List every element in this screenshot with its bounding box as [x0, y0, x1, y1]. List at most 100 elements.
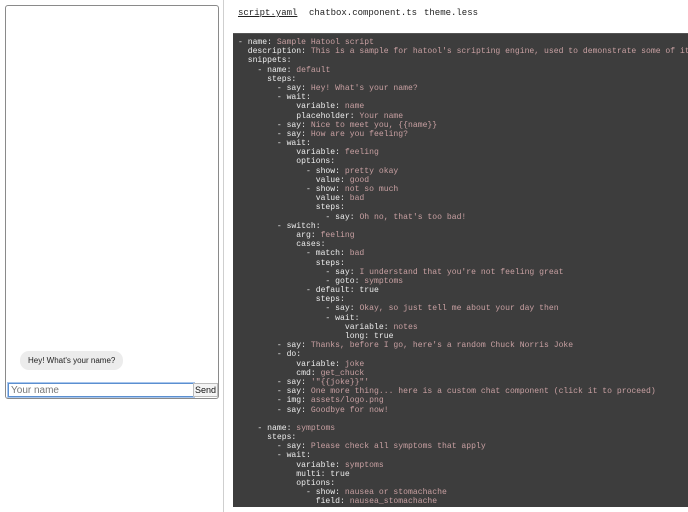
- code-key: - default: true: [238, 286, 379, 296]
- code-line: - say: I understand that you're not feel…: [238, 268, 688, 277]
- code-value: default: [296, 65, 331, 75]
- code-line: value: good: [238, 176, 688, 185]
- code-key: - say:: [238, 212, 360, 222]
- code-key: - name:: [238, 423, 297, 433]
- code-key: steps:: [238, 74, 297, 84]
- code-key: - say:: [238, 120, 311, 130]
- code-line: multi: true: [238, 470, 688, 479]
- code-line: - wait:: [238, 93, 688, 102]
- chat-panel: Hey! What's your name? Send: [5, 5, 219, 399]
- code-key: - match:: [238, 249, 350, 259]
- code-key: - say:: [238, 267, 360, 277]
- code-value: Nice to meet you, {{name}}: [310, 120, 438, 130]
- code-key: variable:: [238, 460, 345, 470]
- code-key: cases:: [238, 240, 326, 250]
- code-key: - switch:: [238, 221, 321, 231]
- code-line: - wait:: [238, 451, 688, 460]
- code-line: value: bad: [238, 194, 688, 203]
- code-value: good: [349, 175, 370, 185]
- code-line: variable: joke: [238, 360, 688, 369]
- code-line: steps:: [238, 259, 688, 268]
- code-key: variable:: [238, 322, 394, 332]
- code-line: - img: assets/logo.png: [238, 396, 688, 405]
- code-key: variable:: [238, 148, 345, 158]
- tab-theme-less[interactable]: theme.less: [424, 8, 478, 18]
- code-value: feeling: [320, 230, 355, 240]
- code-line: - say: Goodbye for now!: [238, 406, 688, 415]
- code-value: bad: [349, 194, 365, 204]
- code-line: description: This is a sample for hatool…: [238, 47, 688, 56]
- code-key: - wait:: [238, 451, 311, 461]
- code-value: notes: [393, 322, 418, 332]
- code-value: not so much: [344, 185, 399, 194]
- code-key: steps:: [238, 258, 345, 268]
- code-key: arg:: [238, 230, 321, 240]
- code-line: long: true: [238, 332, 688, 341]
- code-line: - wait:: [238, 139, 688, 148]
- code-line: - say: '"{{joke}}"': [238, 378, 688, 387]
- code-line: - show: nausea or stomachache: [238, 488, 688, 497]
- code-key: - say:: [238, 304, 360, 314]
- code-value: nausea or stomachache: [344, 488, 447, 498]
- code-line: options:: [238, 479, 688, 488]
- code-value: assets/logo.png: [310, 396, 384, 406]
- code-line: placeholder: Your name: [238, 112, 688, 121]
- code-line: options:: [238, 157, 688, 166]
- code-line: - say: Please check all symptoms that ap…: [238, 442, 688, 451]
- code-value: Thanks, before I go, here's a random Chu…: [310, 341, 574, 351]
- code-value: '"{{joke}}"': [310, 377, 370, 387]
- code-value: This is a sample for hatool's scripting …: [310, 47, 688, 57]
- code-content: - name: Sample Hatool script description…: [233, 34, 688, 507]
- code-line: - say: One more thing... here is a custo…: [238, 387, 688, 396]
- code-line: arg: feeling: [238, 231, 688, 240]
- code-key: steps:: [238, 295, 345, 305]
- code-value: nausea_stomachache: [349, 497, 438, 507]
- code-line: cmd: get_chuck: [238, 369, 688, 378]
- code-value: Your name: [359, 111, 404, 121]
- code-value: feeling: [344, 148, 379, 158]
- code-value: name: [344, 102, 365, 112]
- code-line: - goto: symptoms: [238, 277, 688, 286]
- code-line: - show: not so much: [238, 185, 688, 194]
- code-key: description:: [238, 47, 311, 57]
- code-line: variable: feeling: [238, 148, 688, 157]
- code-value: symptoms: [296, 423, 336, 433]
- code-line: snippets:: [238, 56, 688, 65]
- code-key: variable:: [238, 359, 345, 369]
- code-key: variable:: [238, 102, 345, 112]
- code-key: - name:: [238, 65, 297, 75]
- tab-script-yaml[interactable]: script.yaml: [238, 8, 297, 18]
- code-line: - wait:: [238, 314, 688, 323]
- code-value: I understand that you're not feeling gre…: [359, 267, 564, 277]
- code-value: Goodbye for now!: [310, 405, 389, 415]
- code-key: steps:: [238, 203, 345, 213]
- code-key: - say:: [238, 442, 311, 452]
- code-line: - switch:: [238, 222, 688, 231]
- code-value: pretty okay: [344, 166, 399, 176]
- code-value: symptoms: [364, 276, 404, 286]
- code-key: placeholder:: [238, 111, 360, 121]
- code-key: - wait:: [238, 93, 311, 103]
- code-key: - say:: [238, 83, 311, 93]
- code-line: steps:: [238, 203, 688, 212]
- code-line: - name: default: [238, 66, 688, 75]
- code-value: How are you feeling?: [310, 129, 409, 139]
- code-value: Oh no, that's too bad!: [359, 212, 467, 222]
- code-value: get_chuck: [320, 368, 365, 378]
- send-button[interactable]: Send: [193, 383, 218, 397]
- code-line: - say: Okay, so just tell me about your …: [238, 304, 688, 313]
- code-key: value:: [238, 175, 350, 185]
- code-key: - show:: [238, 488, 345, 498]
- panel-divider[interactable]: [223, 0, 224, 512]
- tab-chatbox-component[interactable]: chatbox.component.ts: [309, 8, 417, 18]
- code-line: steps:: [238, 75, 688, 84]
- code-viewer[interactable]: - name: Sample Hatool script description…: [233, 33, 688, 507]
- code-line: - do:: [238, 350, 688, 359]
- code-value: symptoms: [344, 460, 384, 470]
- code-value: bad: [349, 249, 365, 259]
- code-line: - default: true: [238, 286, 688, 295]
- code-key: - show:: [238, 166, 345, 176]
- code-key: - name:: [238, 38, 277, 47]
- code-key: multi: true: [238, 469, 350, 479]
- chat-input[interactable]: [8, 383, 194, 397]
